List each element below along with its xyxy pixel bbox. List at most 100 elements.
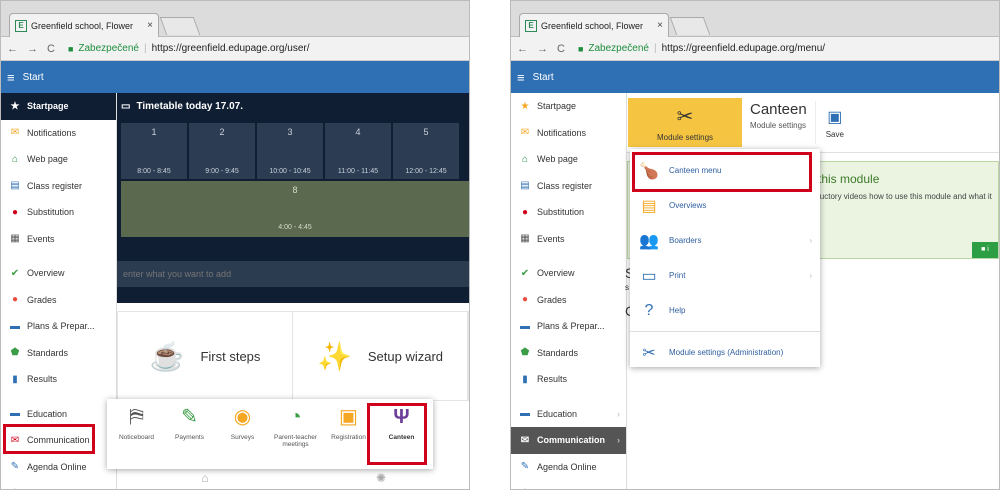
sidebar-item-events[interactable]: ▦ Events xyxy=(511,226,626,253)
video-button[interactable]: ■ i xyxy=(972,242,998,258)
address-bar[interactable]: ■ Zabezpečené | https://greenfield.edupa… xyxy=(574,40,999,58)
sidebar-item-label: Standards xyxy=(27,347,69,358)
info-title: this module xyxy=(818,172,880,186)
sidebar-item-class-register[interactable]: ▤ Class register xyxy=(511,173,626,200)
payments-icon: ✎ xyxy=(181,406,198,428)
module-settings-button[interactable]: ✂ Module settings xyxy=(628,98,742,147)
add-input[interactable] xyxy=(117,261,469,287)
menu-item-print[interactable]: ▭ Print › xyxy=(630,258,820,293)
menu-item-overviews[interactable]: ▤ Overviews xyxy=(630,188,820,223)
hamburger-icon[interactable]: ≡ xyxy=(517,70,525,85)
sidebar-item-label: Grades xyxy=(27,294,57,305)
calendar-icon: ▦ xyxy=(520,233,530,245)
popup-item-label: Parent-teacher meetings xyxy=(274,434,317,448)
timetable-lesson[interactable]: 8 4:00 - 4:45 xyxy=(121,181,469,237)
sidebar-item-substitution[interactable]: ● Substitution xyxy=(1,199,116,226)
badge-shape-icon: ✺ xyxy=(375,471,387,485)
sidebar-item-label: Education xyxy=(537,408,578,419)
sidebar-item-class-register[interactable]: ▤ Class register xyxy=(1,173,116,200)
sidebar-item-agenda-online[interactable]: ✎ Agenda Online xyxy=(1,454,116,481)
hamburger-icon[interactable]: ≡ xyxy=(7,70,15,85)
new-tab-button[interactable] xyxy=(159,17,201,35)
forward-icon[interactable]: → xyxy=(537,43,548,55)
menu-item-label: Module settings (Administration) xyxy=(669,348,784,357)
sidebar-item-label: Class register xyxy=(27,180,83,191)
sidebar-item-grades[interactable]: ● Grades xyxy=(511,287,626,314)
sidebar-item-label: Notifications xyxy=(27,127,77,138)
close-tab-icon[interactable]: × xyxy=(147,20,153,31)
reload-icon[interactable]: C xyxy=(557,43,565,55)
sidebar-item-standards[interactable]: ⬟ Standards xyxy=(1,340,116,367)
sidebar-item-overview[interactable]: ✔ Overview xyxy=(511,260,626,287)
sidebar-item-notifications[interactable]: ✉ Notifications xyxy=(1,120,116,147)
timetable-period[interactable]: 2 9:00 - 9:45 xyxy=(189,123,255,179)
tile-setup-wizard[interactable]: ✨ Setup wizard xyxy=(293,312,468,400)
timetable-period[interactable]: 1 8:00 - 8:45 xyxy=(121,123,187,179)
sidebar-item-startpage[interactable]: ★ Startpage xyxy=(1,93,116,120)
forward-icon[interactable]: → xyxy=(27,43,38,55)
sidebar-item-overview[interactable]: ✔ Overview xyxy=(1,260,116,287)
bottom-shapes: ⌂ ✺ xyxy=(117,471,469,489)
registration-icon: ▣ xyxy=(339,406,358,428)
sidebar-item-notifications[interactable]: ✉ Notifications xyxy=(511,120,626,147)
back-icon[interactable]: ← xyxy=(517,43,528,55)
url-text: https://greenfield.edupage.org/user/ xyxy=(151,43,310,54)
sidebar-item-agenda-online[interactable]: ✎ Agenda Online xyxy=(511,454,626,481)
browser-tab[interactable]: E Greenfield school, Flower × xyxy=(519,13,669,37)
menu-item-module-settings-administration[interactable]: ✂ Module settings (Administration) xyxy=(630,335,820,370)
app-title[interactable]: Start xyxy=(533,72,554,83)
sidebar-item-results[interactable]: ▮ Results xyxy=(511,366,626,393)
dropdown-divider xyxy=(630,331,820,332)
sidebar-item-communication[interactable]: ✉ Communication › xyxy=(511,427,626,454)
home-icon: ⌂ xyxy=(521,153,529,165)
sidebar-item-startpage[interactable]: ★ Startpage xyxy=(511,93,626,120)
sidebar-item-web-page[interactable]: ⌂ Web page xyxy=(511,146,626,173)
browser-tab[interactable]: E Greenfield school, Flower × xyxy=(9,13,159,37)
chevron-right-icon: › xyxy=(809,236,812,245)
page-subtitle: Module settings xyxy=(750,121,807,130)
popup-item-label: Payments xyxy=(175,434,204,441)
sidebar-item-label: Class register xyxy=(537,180,593,191)
app-title[interactable]: Start xyxy=(23,72,44,83)
sidebar-item-control-center[interactable]: ⚙Control center xyxy=(511,480,626,489)
module-header: ✂ Module settings Canteen Module setting… xyxy=(627,93,999,153)
surveys-icon: ◉ xyxy=(233,406,252,428)
tile-first-steps[interactable]: ☕ First steps xyxy=(118,312,293,400)
popup-item-parent-teacher-meetings[interactable]: ◔ Parent-teacher meetings xyxy=(270,405,321,463)
sidebar-item-substitution[interactable]: ● Substitution xyxy=(511,199,626,226)
grade-icon: ● xyxy=(521,294,529,306)
new-tab-button[interactable] xyxy=(669,17,711,35)
menu-item-help[interactable]: ? Help xyxy=(630,293,820,328)
popup-item-payments[interactable]: ✎ Payments xyxy=(164,405,215,463)
reload-icon[interactable]: C xyxy=(47,43,55,55)
close-tab-icon[interactable]: × xyxy=(657,20,663,31)
menu-item-boarders[interactable]: 👥 Boarders › xyxy=(630,223,820,258)
sidebar-item-events[interactable]: ▦ Events xyxy=(1,226,116,253)
address-bar[interactable]: ■ Zabezpečené | https://greenfield.edupa… xyxy=(64,40,469,58)
popup-item-noticeboard[interactable]: ⛿ Noticeboard xyxy=(111,405,162,463)
sidebar-item-grades[interactable]: ● Grades xyxy=(1,287,116,314)
sidebar-item-education[interactable]: ▬ Education › xyxy=(511,401,626,428)
timetable-period[interactable]: 4 11:00 - 11:45 xyxy=(325,123,391,179)
save-button[interactable]: ▣ Save xyxy=(814,101,854,144)
period-time: 9:00 - 9:45 xyxy=(205,168,239,175)
sidebar-item-plans-prepar[interactable]: ▬ Plans & Prepar... xyxy=(1,313,116,340)
help-icon: ? xyxy=(644,301,654,319)
address-separator: | xyxy=(144,43,147,54)
sidebar-item-standards[interactable]: ⬟ Standards xyxy=(511,340,626,367)
canteen-header: Canteen Module settings xyxy=(742,93,815,152)
period-number: 3 xyxy=(287,127,293,137)
popup-item-surveys[interactable]: ◉ Surveys xyxy=(217,405,268,463)
back-icon[interactable]: ← xyxy=(7,43,18,55)
sidebar-item-results[interactable]: ▮ Results xyxy=(1,366,116,393)
timetable-period[interactable]: 5 12:00 - 12:45 xyxy=(393,123,459,179)
timetable-period[interactable]: 3 10:00 - 10:45 xyxy=(257,123,323,179)
sidebar-item-label: Overview xyxy=(537,268,575,279)
sidebar-item-label: Notifications xyxy=(537,127,587,138)
tab-title: Greenfield school, Flower xyxy=(31,20,134,31)
sidebar-item-web-page[interactable]: ⌂ Web page xyxy=(1,146,116,173)
sidebar-item-plans-prepar[interactable]: ▬ Plans & Prepar... xyxy=(511,313,626,340)
bar-chart-icon: ▮ xyxy=(522,373,528,385)
quick-tiles: ☕ First steps ✨ Setup wizard xyxy=(117,311,469,401)
sidebar-item-control-center[interactable]: ⚙Control center xyxy=(1,480,116,489)
